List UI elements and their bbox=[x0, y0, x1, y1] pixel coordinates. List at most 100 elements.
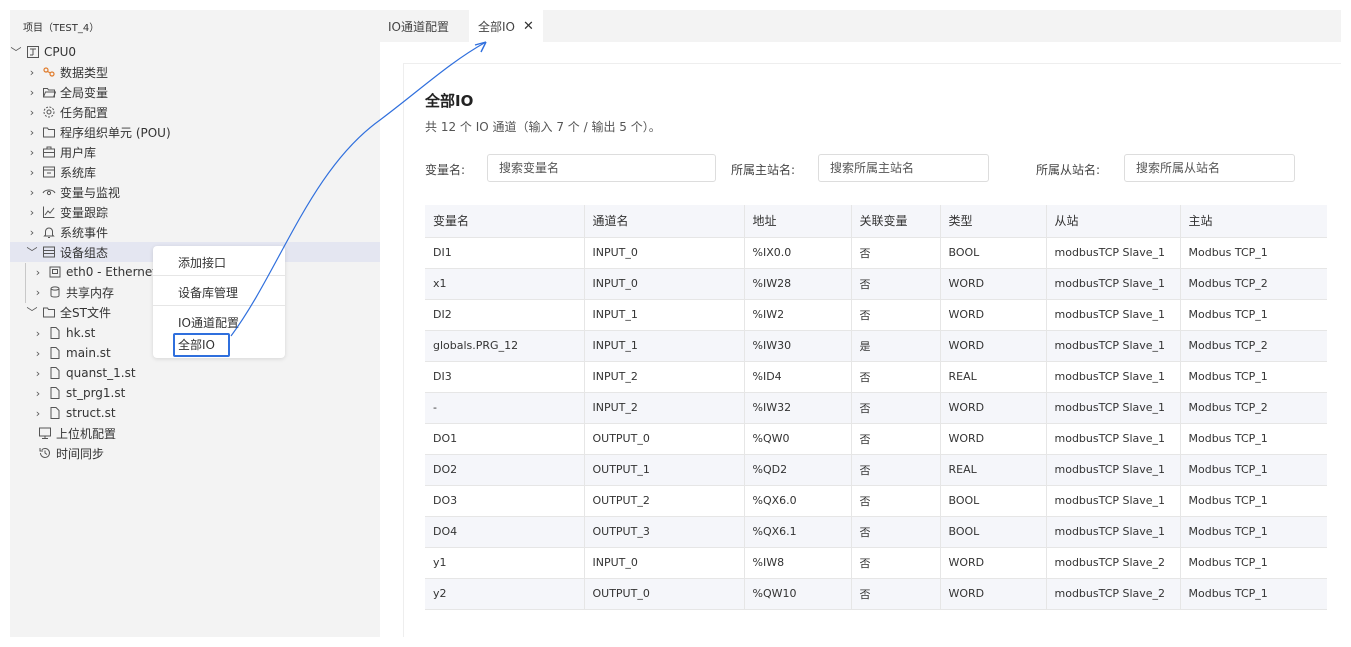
column-header[interactable]: 主站 bbox=[1180, 205, 1327, 238]
table-cell: 否 bbox=[851, 361, 941, 393]
table-cell: OUTPUT_1 bbox=[584, 454, 745, 486]
table-cell: modbusTCP Slave_1 bbox=[1046, 299, 1181, 331]
search-slave-input[interactable] bbox=[1124, 154, 1295, 182]
table-cell: DO3 bbox=[425, 485, 585, 517]
table-cell: modbusTCP Slave_2 bbox=[1046, 578, 1181, 610]
column-header[interactable]: 变量名 bbox=[425, 205, 585, 238]
chevron-right-icon: › bbox=[29, 185, 35, 199]
tree-item-file-struct[interactable]: › struct.st bbox=[10, 403, 380, 423]
column-header[interactable]: 地址 bbox=[744, 205, 852, 238]
table-cell: modbusTCP Slave_1 bbox=[1046, 268, 1181, 300]
tree-item-system-events[interactable]: › 系统事件 bbox=[10, 222, 380, 242]
tree-item-data-types[interactable]: › 数据类型 bbox=[10, 62, 380, 82]
tree-item-cpu0[interactable]: ﹀ CPU0 bbox=[10, 42, 380, 62]
tab-all-io[interactable]: 全部IO ✕ bbox=[469, 10, 543, 42]
table-row[interactable]: DI2 INPUT_1 %IW2 否 WORD modbusTCP Slave_1 Modb… bbox=[425, 299, 1327, 331]
tree-item-label: 共享内存 bbox=[66, 285, 115, 300]
chevron-right-icon: › bbox=[29, 105, 35, 119]
table-cell: 否 bbox=[851, 454, 941, 486]
table-cell: %QD2 bbox=[744, 454, 852, 486]
table-cell: WORD bbox=[940, 547, 1047, 579]
table-cell: modbusTCP Slave_1 bbox=[1046, 516, 1181, 548]
table-cell: 否 bbox=[851, 516, 941, 548]
chevron-right-icon: › bbox=[29, 125, 35, 139]
table-cell: 否 bbox=[851, 237, 941, 269]
table-cell: BOOL bbox=[940, 516, 1047, 548]
table-cell: 否 bbox=[851, 268, 941, 300]
table-cell: WORD bbox=[940, 330, 1047, 362]
project-title: 项目（TEST_4） bbox=[23, 23, 100, 34]
table-cell: modbusTCP Slave_1 bbox=[1046, 237, 1181, 269]
folder-open-icon bbox=[42, 85, 56, 99]
table-row[interactable]: y1 INPUT_0 %IW8 否 WORD modbusTCP Slave_2 Modbu… bbox=[425, 547, 1327, 579]
chevron-right-icon: › bbox=[29, 85, 35, 99]
close-icon[interactable]: ✕ bbox=[523, 19, 534, 34]
tree-item-file-st-prg1[interactable]: › st_prg1.st bbox=[10, 383, 380, 403]
table-cell: %IW32 bbox=[744, 392, 852, 424]
column-header[interactable]: 通道名 bbox=[584, 205, 745, 238]
folder-icon bbox=[42, 125, 56, 139]
filter-label-slave: 所属从站名: bbox=[1036, 163, 1101, 177]
table-cell: 否 bbox=[851, 392, 941, 424]
table-cell: modbusTCP Slave_1 bbox=[1046, 485, 1181, 517]
table-row[interactable]: DO3 OUTPUT_2 %QX6.0 否 BOOL modbusTCP Slave_1 M… bbox=[425, 485, 1327, 517]
tree-item-label: 系统事件 bbox=[60, 225, 109, 240]
tree-item-hmi-config[interactable]: 上位机配置 bbox=[10, 423, 380, 443]
search-master-input[interactable] bbox=[818, 154, 989, 182]
table-cell: Modbus TCP_1 bbox=[1180, 516, 1327, 548]
table-row[interactable]: DI3 INPUT_2 %ID4 否 REAL modbusTCP Slave_1 Modb… bbox=[425, 361, 1327, 393]
tree-item-label: 程序组织单元 (POU) bbox=[60, 125, 171, 140]
table-cell: %QW0 bbox=[744, 423, 852, 455]
tab-io-channel-config[interactable]: IO通道配置 bbox=[388, 10, 449, 42]
table-cell: DI2 bbox=[425, 299, 585, 331]
chevron-right-icon: › bbox=[29, 165, 35, 179]
tree-item-task-config[interactable]: › 任务配置 bbox=[10, 102, 380, 122]
tree-item-pou[interactable]: › 程序组织单元 (POU) bbox=[10, 122, 380, 142]
table-cell: %IW2 bbox=[744, 299, 852, 331]
column-header[interactable]: 类型 bbox=[940, 205, 1047, 238]
tree-item-label: 任务配置 bbox=[60, 105, 109, 120]
table-cell: OUTPUT_0 bbox=[584, 578, 745, 610]
column-header[interactable]: 从站 bbox=[1046, 205, 1181, 238]
library-icon bbox=[42, 145, 56, 159]
table-cell: WORD bbox=[940, 392, 1047, 424]
table-row[interactable]: DO2 OUTPUT_1 %QD2 否 REAL modbusTCP Slave_1 Mod… bbox=[425, 454, 1327, 486]
column-header[interactable]: 关联变量 bbox=[851, 205, 941, 238]
filter-label-var-name: 变量名: bbox=[425, 163, 466, 177]
menu-item-io-channel-config[interactable]: IO通道配置 bbox=[178, 314, 239, 331]
tree-item-system-library[interactable]: › 系统库 bbox=[10, 162, 380, 182]
table-row[interactable]: DO4 OUTPUT_3 %QX6.1 否 BOOL modbusTCP Slave_1 M… bbox=[425, 516, 1327, 548]
ethernet-icon bbox=[48, 265, 62, 279]
tree-item-label: 全局变量 bbox=[60, 85, 109, 100]
trend-icon bbox=[42, 205, 56, 219]
tree-item-file-quanst1[interactable]: › quanst_1.st bbox=[10, 363, 380, 383]
highlight-box bbox=[173, 333, 230, 357]
tree-item-time-sync[interactable]: 时间同步 bbox=[10, 443, 380, 463]
chevron-right-icon: › bbox=[35, 285, 41, 299]
table-row[interactable]: DO1 OUTPUT_0 %QW0 否 WORD modbusTCP Slave_1 Mod… bbox=[425, 423, 1327, 455]
table-cell: OUTPUT_3 bbox=[584, 516, 745, 548]
table-cell: OUTPUT_2 bbox=[584, 485, 745, 517]
tree-item-label: 用户库 bbox=[60, 145, 97, 160]
table-cell: Modbus TCP_1 bbox=[1180, 299, 1327, 331]
table-cell: INPUT_2 bbox=[584, 361, 745, 393]
table-cell: modbusTCP Slave_2 bbox=[1046, 547, 1181, 579]
device-config-icon bbox=[42, 245, 56, 259]
search-var-name-input[interactable] bbox=[487, 154, 716, 182]
tree-item-vars-monitor[interactable]: › 变量与监视 bbox=[10, 182, 380, 202]
cpu-icon bbox=[26, 45, 40, 59]
table-row[interactable]: - INPUT_2 %IW32 否 WORD modbusTCP Slave_1 Modbu… bbox=[425, 392, 1327, 424]
tab-label: IO通道配置 bbox=[388, 19, 449, 34]
tree-item-global-vars[interactable]: › 全局变量 bbox=[10, 82, 380, 102]
table-row[interactable]: y2 OUTPUT_0 %QW10 否 WORD modbusTCP Slave_2 Mod… bbox=[425, 578, 1327, 610]
chevron-down-icon: ﹀ bbox=[10, 46, 22, 59]
table-row[interactable]: globals.PRG_12 INPUT_1 %IW30 是 WORD modbusTCP… bbox=[425, 330, 1327, 362]
menu-item-add-interface[interactable]: 添加接口 bbox=[178, 254, 226, 271]
tree-item-var-trace[interactable]: › 变量跟踪 bbox=[10, 202, 380, 222]
table-row[interactable]: DI1 INPUT_0 %IX0.0 否 BOOL modbusTCP Slave_1 Mo… bbox=[425, 237, 1327, 269]
table-cell: Modbus TCP_1 bbox=[1180, 361, 1327, 393]
menu-item-device-library[interactable]: 设备库管理 bbox=[178, 284, 238, 301]
table-cell: x1 bbox=[425, 268, 585, 300]
tree-item-user-library[interactable]: › 用户库 bbox=[10, 142, 380, 162]
table-row[interactable]: x1 INPUT_0 %IW28 否 WORD modbusTCP Slave_1 Modb… bbox=[425, 268, 1327, 300]
